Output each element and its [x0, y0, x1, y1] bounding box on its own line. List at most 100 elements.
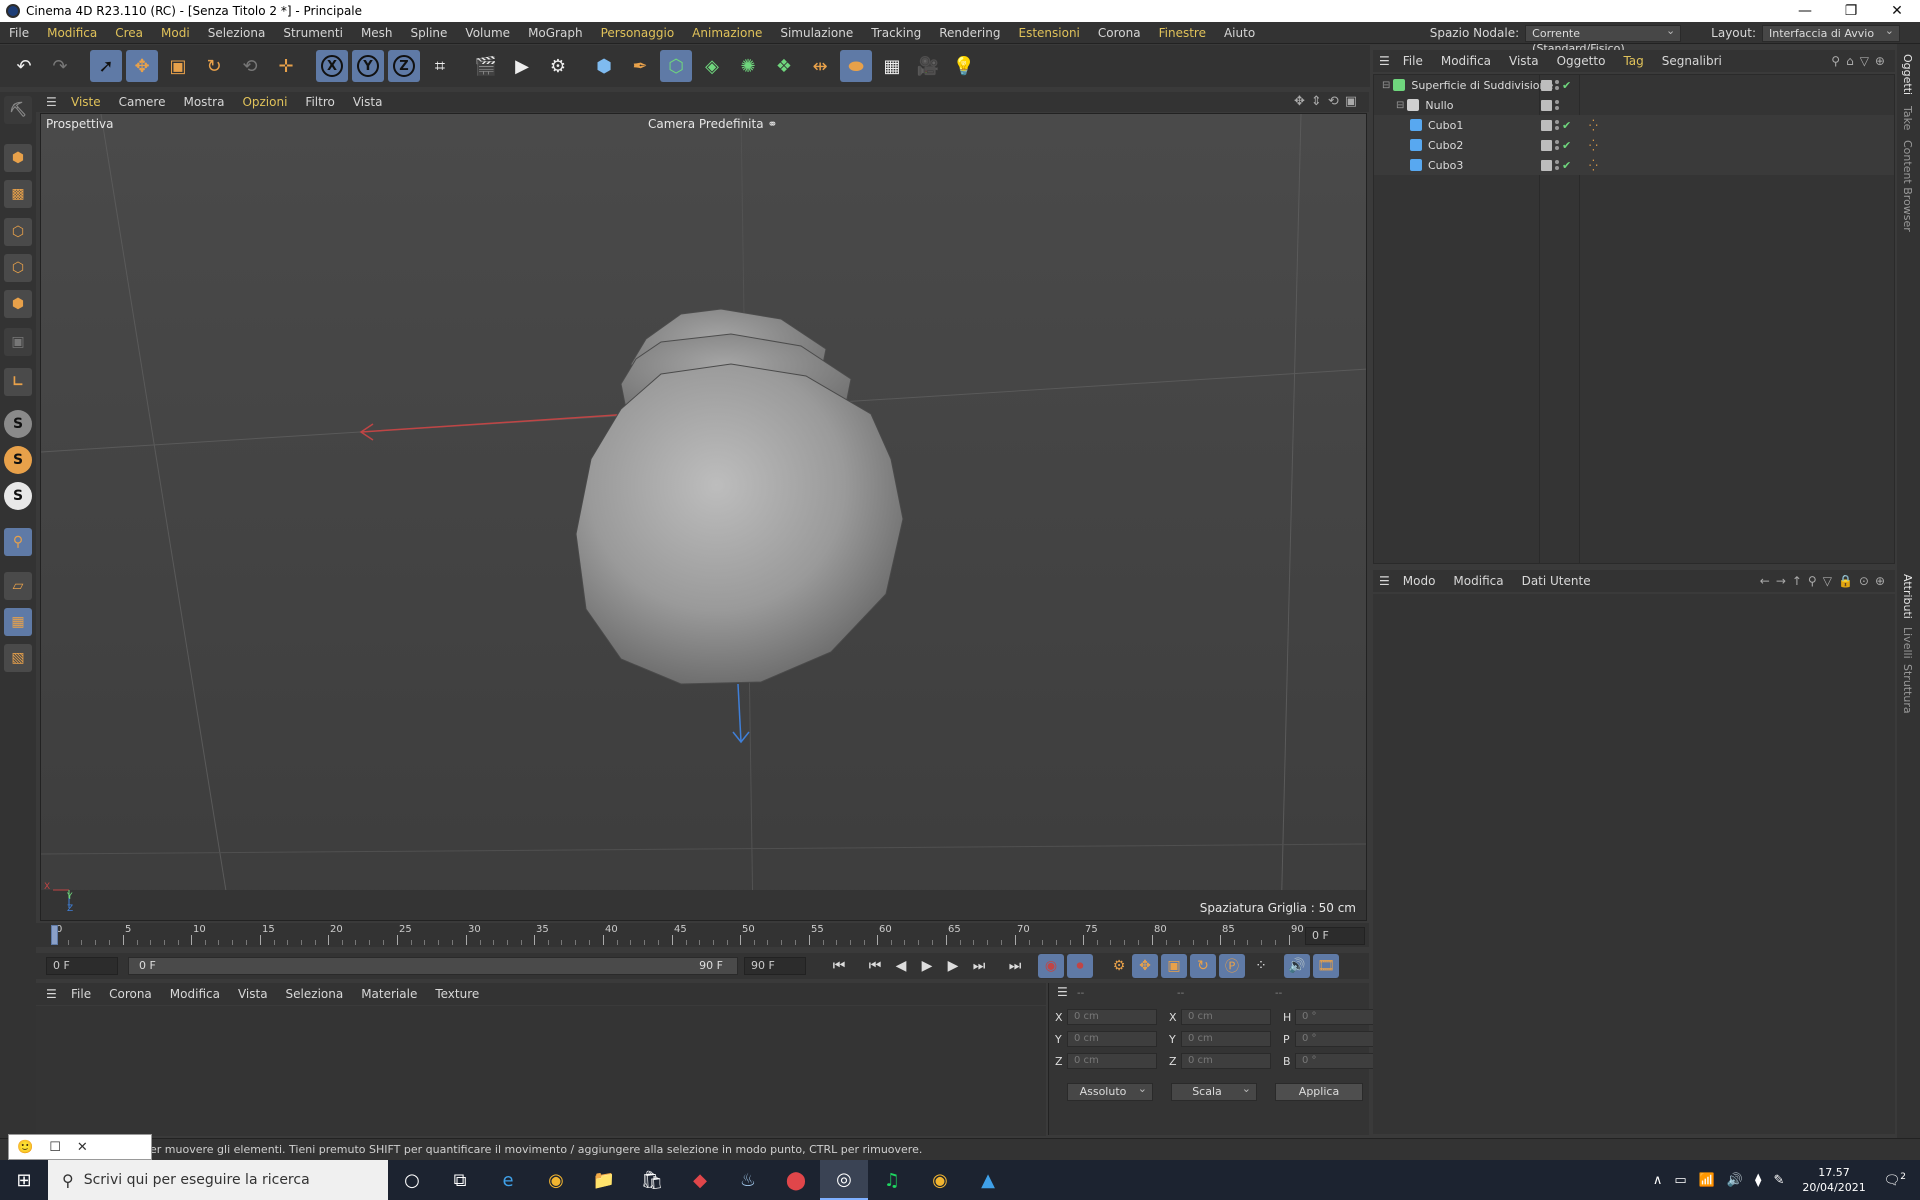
texture-mode-icon[interactable]: ▩: [4, 180, 32, 208]
active-camera-label[interactable]: Camera Predefinita ⚭: [648, 117, 777, 131]
size-value-field[interactable]: 0 cm: [1181, 1009, 1271, 1025]
menu-seleziona[interactable]: Seleziona: [199, 26, 275, 40]
coord-menu-icon[interactable]: ☰: [1057, 985, 1068, 999]
position-value-field[interactable]: 0 cm: [1067, 1053, 1157, 1069]
attribute-menu-modo[interactable]: Modo: [1394, 574, 1445, 588]
node-space-select[interactable]: Corrente (Standard/Fisico): [1525, 23, 1682, 55]
key-scale-icon[interactable]: ▣: [1161, 954, 1187, 978]
frame-ruler[interactable]: 0 5 10 15 20 25 30 35 40 45 50 55 60 65 70 75 80 85 90: [51, 923, 1304, 947]
pen-icon[interactable]: ✎: [1773, 1173, 1784, 1188]
cubo1-mesh[interactable]: [575, 363, 904, 685]
object-row[interactable]: Cubo2 ✔ ⁛: [1374, 135, 1894, 155]
cortana-icon[interactable]: ○: [388, 1160, 436, 1200]
steam-icon[interactable]: ♨: [724, 1160, 772, 1200]
subdivision-surface-icon[interactable]: ⬡: [660, 50, 692, 82]
file-explorer-icon[interactable]: 📁: [580, 1160, 628, 1200]
menu-modi[interactable]: Modi: [152, 26, 199, 40]
preview-range-slider[interactable]: 0 F 90 F: [128, 957, 738, 975]
next-key-icon[interactable]: ⏭: [966, 954, 992, 978]
object-list[interactable]: ⊟ Superficie di Suddivisione ✔ ⊟ Nullo Cubo1 ✔…: [1373, 74, 1895, 564]
menu-crea[interactable]: Crea: [106, 26, 152, 40]
current-frame-field[interactable]: 0 F: [1305, 927, 1365, 945]
taskbar-search-box[interactable]: ⚲ Scrivi qui per eseguire la ricerca: [48, 1160, 388, 1200]
object-row[interactable]: ⊟ Superficie di Suddivisione ✔: [1374, 75, 1894, 95]
camera-object-icon[interactable]: 🎥: [912, 50, 944, 82]
undo-icon[interactable]: ↶: [8, 50, 40, 82]
menu-tracking[interactable]: Tracking: [862, 26, 930, 40]
x-axis-lock-icon[interactable]: X: [316, 50, 348, 82]
y-axis-lock-icon[interactable]: Y: [352, 50, 384, 82]
layer-icon[interactable]: [1541, 99, 1552, 111]
rotation-value-field[interactable]: 0 °: [1295, 1031, 1385, 1047]
render-settings-icon[interactable]: ⚙: [542, 50, 574, 82]
attribute-menu-dati-utente[interactable]: Dati Utente: [1513, 574, 1600, 588]
edge-mode-icon[interactable]: ⬡: [4, 254, 32, 282]
photos-app-icon[interactable]: ▲: [964, 1160, 1012, 1200]
coordinate-mode-select[interactable]: Assoluto: [1067, 1081, 1153, 1101]
axis-mode-icon[interactable]: ∟: [4, 368, 32, 396]
size-value-field[interactable]: 0 cm: [1181, 1031, 1271, 1047]
app-record-icon[interactable]: ⬤: [772, 1160, 820, 1200]
workplane-snap-icon[interactable]: S: [4, 482, 32, 510]
task-view-icon[interactable]: ⧉: [436, 1160, 484, 1200]
object-name[interactable]: Nullo: [1425, 99, 1453, 112]
size-value-field[interactable]: 0 cm: [1181, 1053, 1271, 1069]
attribute-manager-area[interactable]: [1373, 594, 1895, 1134]
tray-expand-icon[interactable]: ∧: [1653, 1173, 1663, 1188]
menu-rendering[interactable]: Rendering: [930, 26, 1009, 40]
snap-icon[interactable]: S: [4, 410, 32, 438]
minimize-button[interactable]: —: [1782, 0, 1828, 22]
scale-tool-icon[interactable]: ▣: [162, 50, 194, 82]
motion-record-icon[interactable]: 🔊: [1284, 954, 1310, 978]
go-to-start-icon[interactable]: ⏮: [826, 954, 852, 978]
render-picture-viewer-icon[interactable]: ▶: [506, 50, 538, 82]
model-mode-icon[interactable]: ⬢: [4, 144, 32, 172]
field-icon[interactable]: ⬬: [840, 50, 872, 82]
rotation-value-field[interactable]: 0 °: [1295, 1009, 1385, 1025]
viewport-menu-mostra[interactable]: Mostra: [174, 95, 233, 109]
previous-frame-icon[interactable]: ◀: [888, 954, 914, 978]
restore-button[interactable]: ❐: [1828, 0, 1874, 22]
locked-workplane-icon[interactable]: ▧: [4, 644, 32, 672]
point-mode-icon[interactable]: ⬡: [4, 218, 32, 246]
enabled-check-icon[interactable]: ✔: [1562, 119, 1571, 132]
visibility-dots-icon[interactable]: [1555, 140, 1559, 150]
menu-personaggio[interactable]: Personaggio: [592, 26, 684, 40]
record-keys-icon[interactable]: ◉: [1038, 954, 1064, 978]
material-menu-modifica[interactable]: Modifica: [161, 987, 229, 1001]
wifi-icon[interactable]: 📶: [1699, 1173, 1715, 1188]
visibility-dots-icon[interactable]: [1555, 80, 1559, 90]
close-button[interactable]: ✕: [1874, 0, 1920, 22]
playhead[interactable]: [51, 925, 58, 945]
tab-objects[interactable]: Oggetti: [1901, 54, 1914, 95]
enabled-check-icon[interactable]: ✔: [1562, 159, 1571, 172]
position-value-field[interactable]: 0 cm: [1067, 1031, 1157, 1047]
object-manager-tool-icons[interactable]: ⚲⌂▽⊕: [1831, 54, 1891, 68]
viewport-menu-vista[interactable]: Vista: [344, 95, 392, 109]
chrome-profile-icon[interactable]: ◉: [916, 1160, 964, 1200]
material-menu-corona[interactable]: Corona: [100, 987, 161, 1001]
layout-select[interactable]: Interfaccia di Avvio: [1762, 23, 1900, 42]
timeline-ruler[interactable]: 0 5 10 15 20 25 30 35 40 45 50 55 60 65 70 75 80 85 90 0 F: [36, 923, 1369, 947]
object-menu-file[interactable]: File: [1394, 54, 1432, 68]
render-view-icon[interactable]: 🎬: [470, 50, 502, 82]
deformer-icon[interactable]: ⇹: [804, 50, 836, 82]
transform-tool-icon[interactable]: ⟲: [234, 50, 266, 82]
cloner-icon[interactable]: ✺: [732, 50, 764, 82]
keyframe-selection-icon[interactable]: ⚙: [1106, 954, 1132, 978]
apply-button[interactable]: Applica: [1275, 1083, 1363, 1101]
z-axis-lock-icon[interactable]: Z: [388, 50, 420, 82]
menu-strumenti[interactable]: Strumenti: [274, 26, 352, 40]
object-menu-icon[interactable]: ☰: [1379, 54, 1390, 68]
menu-simulazione[interactable]: Simulazione: [771, 26, 862, 40]
tree-expand-icon[interactable]: ⊟: [1396, 100, 1404, 111]
layer-icon[interactable]: [1541, 119, 1552, 131]
scale-mode-select[interactable]: Scala: [1171, 1081, 1257, 1101]
start-frame-field[interactable]: 0 F: [46, 957, 118, 975]
visibility-dots-icon[interactable]: [1555, 120, 1559, 130]
object-menu-oggetto[interactable]: Oggetto: [1548, 54, 1615, 68]
windows-start-icon[interactable]: ⊞: [0, 1160, 48, 1200]
taskbar-clock[interactable]: 17.57 20/04/2021: [1802, 1165, 1865, 1195]
popup-restore-button[interactable]: ☐: [49, 1140, 61, 1155]
tab-attributes[interactable]: Attributi: [1901, 574, 1914, 619]
